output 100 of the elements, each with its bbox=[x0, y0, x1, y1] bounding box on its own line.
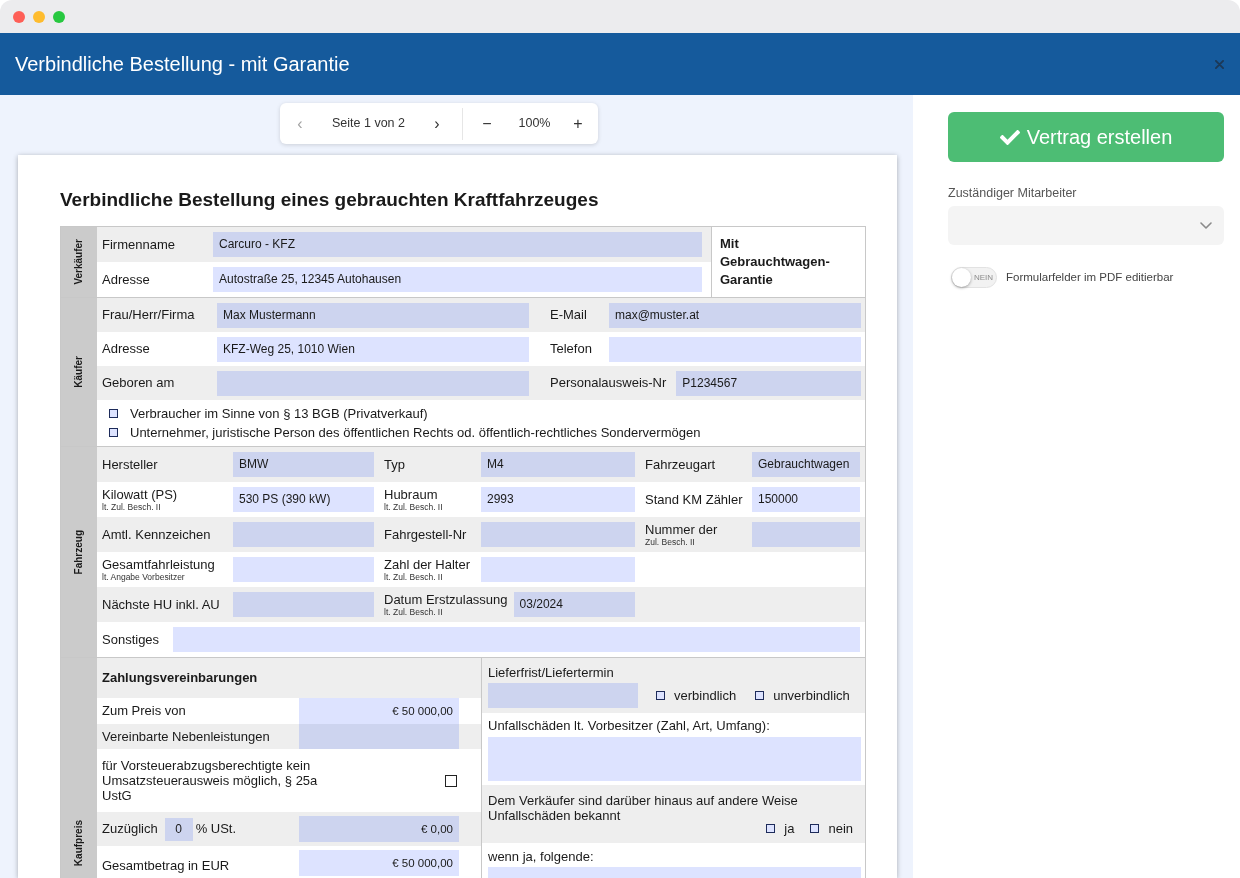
field-label: Zahl der Halter bbox=[384, 557, 470, 572]
input-field[interactable] bbox=[481, 522, 635, 547]
field-label: Frau/Herr/Firma bbox=[102, 307, 195, 323]
field-label: Gesamtbetrag in EUR bbox=[102, 857, 230, 875]
input-field[interactable]: max@muster.at bbox=[609, 302, 861, 328]
close-window-button[interactable] bbox=[13, 10, 25, 23]
input-field[interactable]: 150000 bbox=[752, 487, 860, 512]
option-label: nein bbox=[828, 820, 853, 838]
document-title: Verbindliche Bestellung eines gebrauchten Kraftfahrzeuges bbox=[60, 188, 599, 212]
field-label: Vereinbarte Nebenleistungen bbox=[102, 727, 270, 746]
input-field[interactable] bbox=[488, 737, 861, 781]
chevron-down-icon bbox=[1200, 222, 1212, 229]
toggle-label: Formularfelder im PDF editierbar bbox=[1006, 269, 1174, 285]
input-field[interactable]: Autostraße 25, 12345 Autohausen bbox=[213, 267, 702, 292]
field-label: Lieferfrist/Liefertermin bbox=[488, 665, 614, 680]
input-field[interactable] bbox=[481, 557, 635, 582]
input-field[interactable]: Carcuro - KFZ bbox=[213, 232, 702, 257]
field-label: Fahrgestell-Nr bbox=[384, 527, 467, 542]
checkbox[interactable] bbox=[755, 691, 765, 700]
input-field[interactable]: 03/2024 bbox=[513, 592, 635, 617]
input-field[interactable] bbox=[173, 627, 860, 652]
field-label: % USt. bbox=[195, 820, 237, 839]
input-field[interactable]: 530 PS (390 kW) bbox=[233, 487, 374, 512]
field-note: lt. Zul. Besch. II bbox=[384, 502, 443, 512]
zoom-in-button[interactable]: + bbox=[558, 103, 598, 144]
input-field[interactable] bbox=[609, 336, 861, 362]
field-label: Unfallschäden lt. Vorbesitzer (Zahl, Art, Umfang): bbox=[488, 718, 770, 733]
input-field[interactable] bbox=[233, 557, 374, 582]
field-note: Zul. Besch. II bbox=[645, 537, 695, 547]
input-field[interactable]: € 0,00 bbox=[299, 816, 459, 842]
checkbox[interactable] bbox=[109, 409, 118, 418]
input-field[interactable] bbox=[233, 522, 374, 547]
option-label: Verbraucher im Sinne von § 13 BGB (Privatverkauf) bbox=[130, 404, 428, 423]
section-heading: Zahlungsvereinbarungen bbox=[102, 669, 258, 688]
option-label: verbindlich bbox=[674, 686, 737, 705]
input-field[interactable] bbox=[217, 370, 529, 396]
option-label: Unternehmer, juristische Person des öffentlichen Rechts od. öffentlich-rechtliches Sondervermögen bbox=[130, 423, 701, 442]
field-label: Zuständiger Mitarbeiter bbox=[948, 185, 1077, 201]
zoom-out-button[interactable]: − bbox=[463, 103, 511, 144]
minimize-window-button[interactable] bbox=[33, 10, 45, 23]
field-note: lt. Zul. Besch. II bbox=[102, 502, 161, 512]
input-field[interactable]: KFZ-Weg 25, 1010 Wien bbox=[217, 336, 529, 362]
option-label: ja bbox=[784, 820, 795, 838]
section-label: Fahrzeug bbox=[73, 529, 85, 575]
input-field[interactable] bbox=[752, 522, 860, 547]
field-label: Stand KM Zähler bbox=[645, 492, 743, 507]
checkbox[interactable] bbox=[810, 824, 820, 834]
field-label: Hubraum bbox=[384, 487, 438, 502]
field-label: Telefon bbox=[550, 341, 592, 357]
field-label: Zuzüglich bbox=[102, 820, 158, 839]
field-label: Datum Erstzulassung bbox=[384, 592, 508, 607]
field-note: lt. Angabe Vorbesitzer bbox=[102, 572, 185, 582]
note-text: für Vorsteuerabzugsberechtigte kein Umsatzsteuerausweis möglich, § 25a UstG bbox=[102, 758, 319, 803]
field-label: Nächste HU inkl. AU bbox=[102, 597, 220, 612]
input-field[interactable]: P1234567 bbox=[676, 370, 861, 396]
field-note: lt. Zul. Besch. II bbox=[384, 607, 443, 617]
check-icon bbox=[999, 129, 1020, 145]
field-label: Adresse bbox=[102, 271, 150, 287]
field-label: Kilowatt (PS) bbox=[102, 487, 178, 502]
next-page-button[interactable]: › bbox=[417, 103, 457, 144]
field-label: Zum Preis von bbox=[102, 702, 186, 721]
checkbox[interactable] bbox=[766, 824, 776, 834]
field-note: lt. Zul. Besch. II bbox=[384, 572, 443, 582]
input-field[interactable] bbox=[299, 724, 459, 749]
input-field[interactable]: Max Mustermann bbox=[217, 302, 529, 328]
field-label: Fahrzeugart bbox=[645, 457, 716, 472]
field-label: Personalausweis-Nr bbox=[550, 375, 667, 391]
checkbox[interactable] bbox=[656, 691, 665, 700]
field-label: wenn ja, folgende: bbox=[488, 849, 594, 864]
field-label: Adresse bbox=[102, 341, 150, 357]
field-label: Amtl. Kennzeichen bbox=[102, 527, 211, 542]
section-label: Verkäufer bbox=[73, 239, 85, 285]
field-label: Typ bbox=[384, 457, 405, 472]
input-field[interactable] bbox=[233, 592, 374, 617]
field-label: Sonstiges bbox=[102, 631, 160, 647]
input-field[interactable]: 2993 bbox=[481, 487, 635, 512]
option-label: unverbindlich bbox=[773, 686, 850, 705]
input-field[interactable]: Gebrauchtwagen bbox=[752, 452, 860, 477]
zoom-level: 100% bbox=[517, 115, 552, 133]
checkbox[interactable] bbox=[445, 774, 457, 787]
guarantee-note: Mit Gebrauchtwagen-Garantie bbox=[720, 235, 831, 289]
input-field[interactable]: M4 bbox=[481, 452, 635, 477]
input-field[interactable] bbox=[488, 683, 638, 708]
input-field[interactable]: € 50 000,00 bbox=[299, 698, 459, 724]
section-label: Kaufpreis bbox=[73, 819, 85, 866]
input-field[interactable]: BMW bbox=[233, 452, 374, 477]
checkbox[interactable] bbox=[109, 428, 118, 437]
field-label: Firmenname bbox=[102, 236, 175, 252]
page-indicator: Seite 1 von 2 bbox=[331, 115, 406, 133]
input-field[interactable]: 0 bbox=[164, 817, 193, 841]
close-icon[interactable] bbox=[1215, 59, 1224, 69]
maximize-window-button[interactable] bbox=[53, 10, 65, 23]
field-label: Nummer der bbox=[645, 522, 718, 537]
field-label: Geboren am bbox=[102, 375, 175, 391]
field-label: E-Mail bbox=[550, 307, 587, 323]
employee-select[interactable] bbox=[948, 206, 1224, 245]
input-field[interactable]: € 50 000,00 bbox=[299, 850, 459, 876]
field-label: Hersteller bbox=[102, 457, 158, 472]
field-label: Gesamtfahrleistung bbox=[102, 557, 215, 572]
window-title: Verbindliche Bestellung - mit Garantie bbox=[15, 52, 350, 76]
